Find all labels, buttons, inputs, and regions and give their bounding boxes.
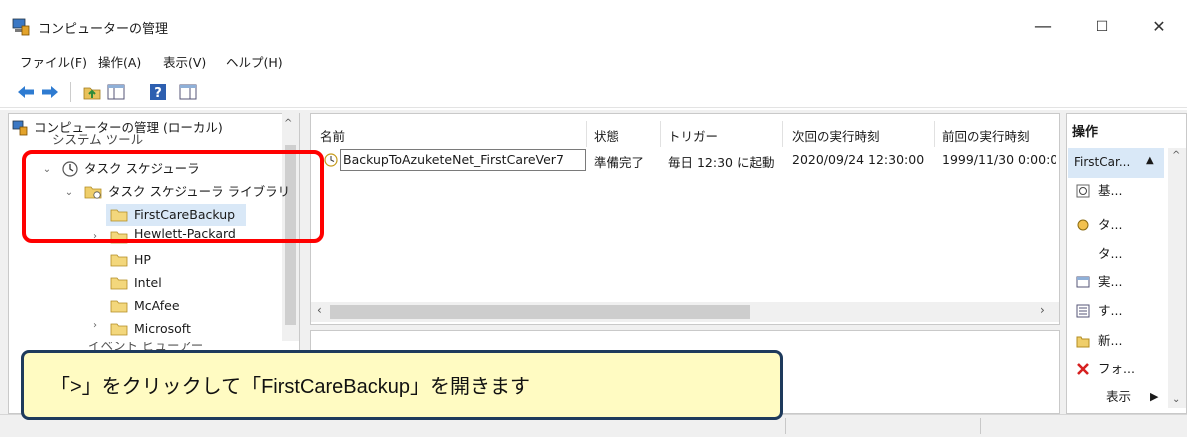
folder-icon	[110, 300, 128, 313]
submenu-arrow-icon[interactable]: ▶	[1150, 390, 1158, 403]
task-status-cell[interactable]: 準備完了	[594, 152, 644, 171]
basic-task-icon	[1076, 184, 1090, 198]
show-hide-tree-icon[interactable]	[106, 82, 126, 102]
tree-item-hp[interactable]: HP	[134, 249, 151, 271]
column-header-name[interactable]: 名前	[320, 126, 345, 145]
task-icon	[324, 153, 338, 167]
action-new-folder[interactable]: 新...	[1098, 330, 1122, 352]
svg-text:?: ?	[154, 86, 162, 101]
actions-scroll-up-icon[interactable]: ^	[1172, 150, 1180, 161]
show-hide-action-icon[interactable]	[178, 82, 198, 102]
menu-view[interactable]: 表示(V)	[163, 52, 206, 71]
menu-help[interactable]: ヘルプ(H)	[226, 52, 283, 71]
action-view[interactable]: 表示	[1106, 386, 1131, 408]
back-arrow-icon[interactable]	[16, 82, 36, 102]
run-icon	[1076, 276, 1090, 288]
menu-action[interactable]: 操作(A)	[98, 52, 141, 71]
column-separator[interactable]	[934, 121, 935, 147]
task-icon	[1077, 219, 1089, 231]
scroll-right-icon[interactable]: ›	[1040, 303, 1045, 317]
tree-item-microsoft[interactable]: Microsoft	[134, 318, 191, 340]
minimize-button[interactable]: —	[1029, 14, 1057, 40]
annotation-callout-text: 「>」をクリックして「FirstCareBackup」を開きます	[50, 376, 531, 398]
scroll-left-icon[interactable]: ‹	[317, 303, 322, 317]
computer-management-icon	[12, 120, 28, 136]
annotation-highlight-box	[22, 150, 324, 243]
folder-icon	[110, 323, 128, 336]
actions-scrollbar[interactable]	[1168, 148, 1186, 408]
action-delete-folder[interactable]: フォ...	[1098, 358, 1135, 380]
task-last-run-cell[interactable]: 1999/11/30 0:00:0	[942, 152, 1056, 167]
task-next-run-cell[interactable]: 2020/09/24 12:30:00	[792, 152, 924, 167]
tree-item-system-tools[interactable]: システム ツール	[52, 133, 143, 147]
folder-icon	[110, 254, 128, 267]
column-separator[interactable]	[660, 121, 661, 147]
menu-file[interactable]: ファイル(F)	[20, 52, 87, 71]
folder-up-icon[interactable]	[82, 82, 102, 102]
new-folder-icon	[1076, 336, 1090, 348]
action-import-task[interactable]: タ...	[1098, 243, 1122, 265]
tree-item-mcafee[interactable]: McAfee	[134, 295, 180, 317]
expand-arrow-icon[interactable]: ›	[90, 320, 100, 331]
tree-item-intel[interactable]: Intel	[134, 272, 162, 294]
help-icon[interactable]: ?	[148, 82, 168, 102]
actions-scroll-down-icon[interactable]: ⌄	[1172, 394, 1180, 405]
column-separator[interactable]	[782, 121, 783, 147]
column-header-status[interactable]: 状態	[594, 126, 619, 145]
collapse-up-icon[interactable]: ▲	[1146, 155, 1154, 166]
window-title: コンピューターの管理	[38, 22, 169, 37]
action-create-basic-task[interactable]: 基...	[1098, 180, 1122, 202]
action-enable-history[interactable]: す...	[1098, 300, 1122, 322]
status-separator	[980, 418, 981, 434]
tree-scroll-up-icon[interactable]: ^	[284, 118, 292, 129]
folder-icon	[110, 277, 128, 290]
action-create-task[interactable]: タ...	[1098, 214, 1122, 236]
all-icon	[1076, 304, 1090, 318]
column-separator[interactable]	[586, 121, 587, 147]
column-header-trigger[interactable]: トリガー	[668, 126, 718, 145]
column-header-last-run[interactable]: 前回の実行時刻	[942, 126, 1030, 145]
delete-icon	[1077, 363, 1089, 375]
column-header-next-run[interactable]: 次回の実行時刻	[792, 126, 880, 145]
task-name-cell[interactable]: BackupToAzuketeNet_FirstCareVer7	[343, 152, 583, 167]
actions-selected-item[interactable]: FirstCar...	[1074, 155, 1130, 169]
computer-management-icon	[12, 18, 30, 36]
toolbar-separator	[70, 82, 71, 102]
status-separator	[785, 418, 786, 434]
maximize-button[interactable]: ☐	[1088, 14, 1116, 40]
task-trigger-cell[interactable]: 毎日 12:30 に起動	[668, 152, 774, 171]
action-show-running[interactable]: 実...	[1098, 271, 1122, 293]
forward-arrow-icon[interactable]	[40, 82, 60, 102]
actions-header: 操作	[1072, 125, 1099, 140]
horizontal-scrollbar-thumb[interactable]	[330, 305, 750, 319]
tree-item-event-viewer[interactable]: イベント ビューアー	[88, 342, 203, 350]
close-button[interactable]: ✕	[1145, 14, 1173, 40]
